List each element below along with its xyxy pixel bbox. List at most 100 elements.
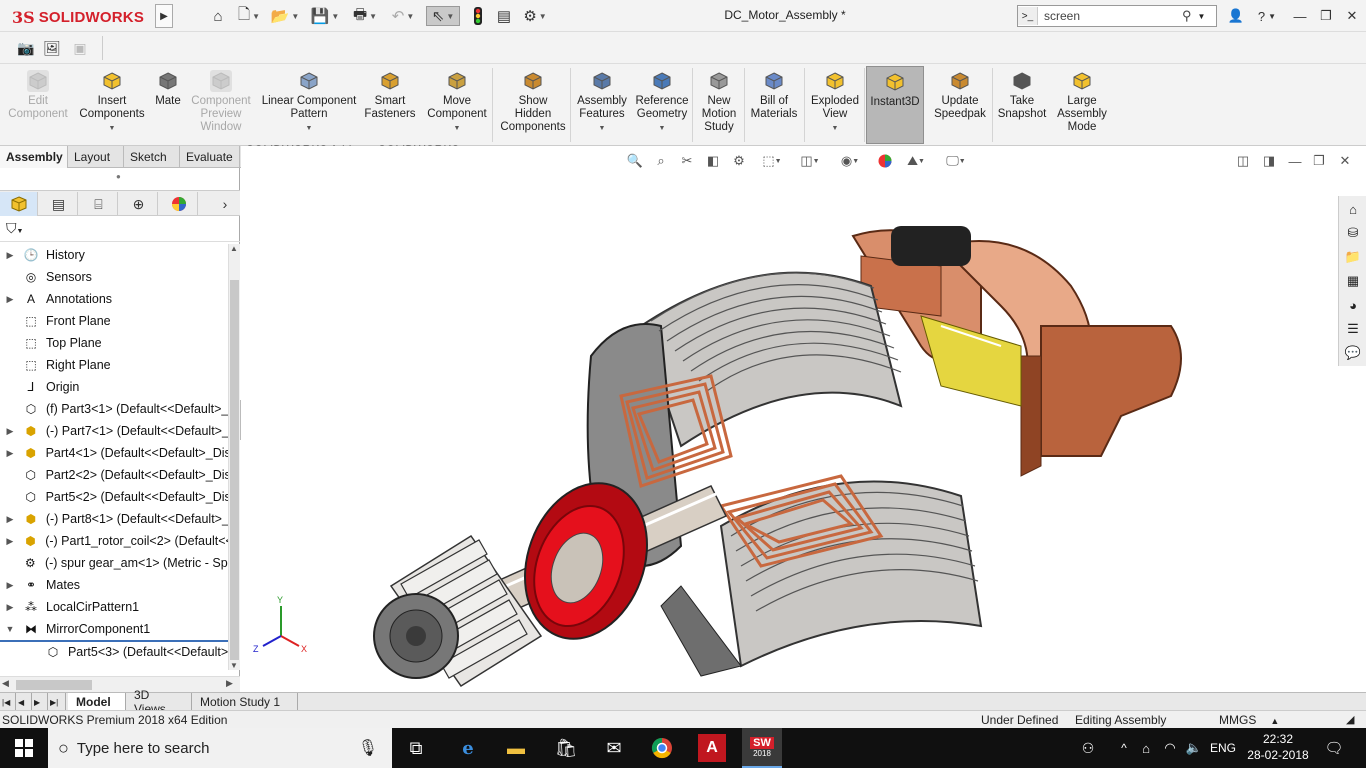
configuration-manager-tab-icon[interactable]: ⌸	[80, 192, 118, 216]
command-dropdown-icon[interactable]: ▼	[454, 122, 461, 135]
unit-system-selector[interactable]: MMGS ▲	[1219, 713, 1279, 727]
solidworks-taskbar-icon[interactable]: SW 2018	[742, 728, 782, 768]
bottom-tab-motion-study-1[interactable]: Motion Study 1	[192, 693, 298, 711]
command-dropdown-icon[interactable]: ▼	[659, 122, 666, 135]
options-button[interactable]: ⚙ ▼	[520, 6, 550, 26]
command-exploded-view-button[interactable]: Exploded View ▼	[806, 70, 864, 144]
tree-expand-icon[interactable]: ▶	[4, 514, 16, 525]
tree-expand-icon[interactable]: ▶	[4, 294, 16, 305]
forum-icon[interactable]: 💬	[1341, 342, 1365, 364]
graphics-viewport[interactable]: 🔍 ⌕ ✂ ◧ ⚙ ⬚ ▼ ◫ ▼ ◉ ▼ ⛰ ▼ 🖵 ▼ ◫ ◨ — ❐ ✕ ⌂ ⛁ 📁…	[241, 146, 1366, 692]
tree-item[interactable]: ⬡ Part5<2> (Default<<Default>_Dis	[0, 486, 228, 508]
menu-flyout-arrow[interactable]: ▶	[155, 4, 173, 28]
volume-icon[interactable]: 🔈	[1180, 734, 1208, 762]
edge-browser-icon[interactable]: e	[454, 734, 482, 762]
solidworks-logo[interactable]: 3S SOLIDWORKS	[12, 6, 144, 28]
command-dropdown-icon[interactable]: ▼	[599, 122, 606, 135]
tree-item[interactable]: ◎ Sensors	[0, 266, 228, 288]
close-button[interactable]: ✕	[1340, 6, 1364, 26]
command-move-component-button[interactable]: Move Component ▼	[422, 70, 492, 144]
chrome-icon[interactable]	[648, 734, 676, 762]
snapshot-display-icon[interactable]: 🖼	[42, 38, 62, 58]
design-library-icon[interactable]: ⛁	[1341, 222, 1365, 244]
clock[interactable]: 22:32 28-02-2018	[1246, 731, 1310, 763]
panel-more-arrow-icon[interactable]: ›	[210, 192, 240, 216]
command-reference-geometry-button[interactable]: Reference Geometry ▼	[632, 70, 692, 144]
rebuild-icon[interactable]	[470, 6, 486, 26]
command-smart-fasteners-button[interactable]: Smart Fasteners	[362, 70, 418, 144]
store-icon[interactable]: 🛍	[552, 734, 580, 762]
tree-item[interactable]: ▶ ⬢ (-) Part7<1> (Default<<Default>_	[0, 420, 229, 442]
edit-appearance-icon[interactable]	[875, 152, 895, 170]
tab-layout[interactable]: Layout	[68, 146, 124, 168]
tree-item[interactable]: ⚙ (-) spur gear_am<1> (Metric - Spu	[0, 552, 228, 574]
autocad-icon[interactable]: A	[698, 734, 726, 762]
language-indicator[interactable]: ENG	[1206, 734, 1240, 762]
property-manager-tab-icon[interactable]: ▤	[40, 192, 78, 216]
notifications-icon[interactable]: 🗨	[1320, 734, 1348, 762]
tree-expand-icon[interactable]: ▼	[4, 624, 16, 634]
solidworks-resources-icon[interactable]: ⌂	[1341, 198, 1365, 220]
command-assembly-features-button[interactable]: Assembly Features ▼	[574, 70, 630, 144]
tree-item[interactable]: ▶ ⁂ LocalCirPattern1	[0, 596, 228, 618]
command-large-assembly-button[interactable]: Large Assembly Mode	[1054, 70, 1110, 144]
tree-vertical-scrollbar[interactable]: ▲ ▼	[228, 244, 240, 670]
hide-show-icon[interactable]: ◉ ▼	[835, 152, 865, 170]
help-button[interactable]: ? ▼	[1252, 6, 1282, 26]
tree-item[interactable]: ▶ A Annotations	[0, 288, 228, 310]
dc-motor-model[interactable]: Y X Z	[241, 206, 1241, 692]
command-show-hidden-button[interactable]: Show Hidden Components	[498, 70, 568, 144]
file-explorer-taskbar-icon[interactable]: ▬	[502, 734, 530, 762]
mail-icon[interactable]: ✉	[600, 734, 628, 762]
open-button[interactable]: 📂 ▼	[270, 6, 300, 26]
display-manager-tab-icon[interactable]	[160, 192, 198, 216]
viewport-minimize-button[interactable]: —	[1285, 152, 1305, 170]
tree-expand-icon[interactable]: ▶	[4, 536, 16, 547]
search-input[interactable]	[1038, 7, 1178, 25]
tree-expand-icon[interactable]: ▶	[4, 602, 16, 613]
tree-expand-icon[interactable]: ▶	[4, 250, 16, 261]
select-button[interactable]: ⇖ ▼	[426, 6, 460, 26]
windows-start-icon[interactable]	[10, 734, 38, 762]
people-icon[interactable]: ⚇	[1074, 734, 1102, 762]
home-icon[interactable]: ⌂	[208, 6, 228, 26]
bottom-tab-model[interactable]: Model	[68, 693, 126, 711]
viewport-restore-button[interactable]: ❐	[1309, 152, 1329, 170]
tree-expand-icon[interactable]: ▶	[4, 426, 16, 437]
command-bom-button[interactable]: Bill of Materials	[746, 70, 802, 144]
tree-expand-icon[interactable]: ▶	[4, 448, 16, 459]
camera-icon[interactable]: 📷	[16, 38, 36, 58]
restore-button[interactable]: ❐	[1314, 6, 1338, 26]
search-box[interactable]: >_ ⚲ ▼	[1017, 5, 1217, 27]
search-dropdown-icon[interactable]: ▼	[1198, 12, 1206, 21]
scroll-up-icon[interactable]: ▲	[230, 244, 238, 253]
undo-button[interactable]: ↶ ▼	[388, 6, 418, 26]
command-motion-study-button[interactable]: New Motion Study	[696, 70, 742, 144]
tree-item[interactable]: ▶ ⚭ Mates	[0, 574, 228, 596]
tree-item[interactable]: ⬡ (f) Part3<1> (Default<<Default>_	[0, 398, 228, 420]
tab-assembly[interactable]: Assembly	[0, 146, 68, 168]
filter-icon[interactable]: ⛉▼	[6, 220, 23, 237]
tree-item[interactable]: ▶ ⬢ (-) Part8<1> (Default<<Default>_	[0, 508, 229, 530]
display-style-icon[interactable]: ◫ ▼	[795, 152, 825, 170]
tree-item[interactable]: ⬡ Part5<3> (Default<<Default>	[0, 640, 228, 662]
custom-properties-icon[interactable]: ☰	[1341, 318, 1365, 340]
zoom-to-fit-icon[interactable]: 🔍	[625, 152, 645, 170]
command-instant3d-button[interactable]: Instant3D	[866, 66, 924, 144]
new-document-button[interactable]: 🗋 ▼	[234, 6, 264, 26]
tree-item[interactable]: ▼ ⧓ MirrorComponent1	[0, 618, 228, 640]
view-orientation-icon[interactable]: ⬚ ▼	[757, 152, 787, 170]
dynamic-annotation-icon[interactable]: ⚙	[729, 152, 749, 170]
command-speedpak-button[interactable]: Update Speedpak	[930, 70, 990, 144]
tree-item[interactable]: ⬡ Part2<2> (Default<<Default>_Dis	[0, 464, 228, 486]
viewport-close-button[interactable]: ✕	[1335, 152, 1355, 170]
command-dropdown-icon[interactable]: ▼	[832, 122, 839, 135]
command-dropdown-icon[interactable]: ▼	[109, 122, 116, 135]
resize-grip-icon[interactable]: ◢	[1346, 713, 1354, 726]
tab-scroll-first-icon[interactable]: |◀	[0, 693, 16, 711]
view-settings-icon[interactable]: 🖵 ▼	[941, 152, 971, 170]
hscroll-thumb[interactable]	[16, 680, 92, 690]
tree-item[interactable]: ⬚ Top Plane	[0, 332, 228, 354]
scroll-thumb[interactable]	[230, 280, 239, 660]
tree-item[interactable]: ▶ ⬢ (-) Part1_rotor_coil<2> (Default<<	[0, 530, 228, 552]
